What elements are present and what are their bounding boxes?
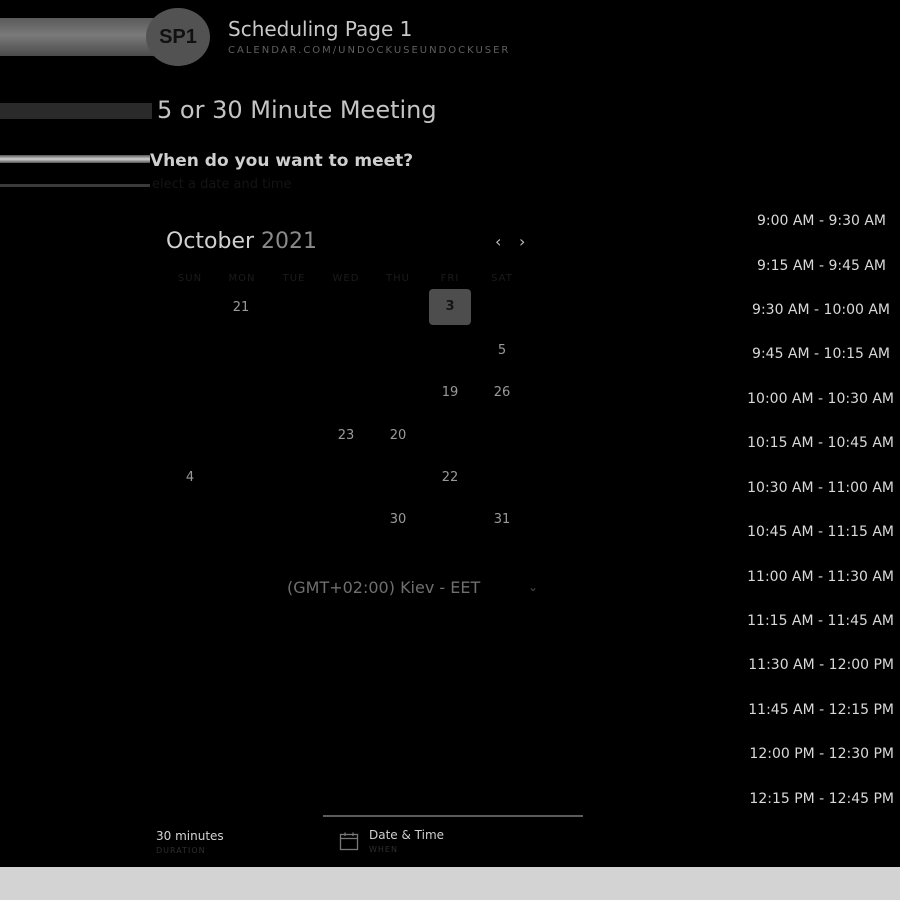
time-slot[interactable]: 9:45 AM - 10:15 AM	[738, 346, 890, 362]
meeting-subquestion: elect a date and time	[152, 177, 292, 192]
calendar-day[interactable]: 19	[435, 385, 465, 400]
timezone-select[interactable]: (GMT+02:00) Kiev - EET	[287, 578, 480, 597]
chevron-down-icon[interactable]: ⌄	[528, 580, 538, 594]
weekday-thu: THU	[386, 273, 410, 284]
footer-divider	[323, 815, 583, 817]
calendar-year: 2021	[261, 229, 318, 254]
time-slot[interactable]: 10:00 AM - 10:30 AM	[742, 391, 894, 407]
avatar-initials: SP1	[159, 25, 197, 48]
time-slot[interactable]: 9:15 AM - 9:45 AM	[734, 258, 886, 274]
calendar-day[interactable]: 30	[383, 512, 413, 527]
time-slot[interactable]: 11:00 AM - 11:30 AM	[742, 569, 894, 585]
time-slot[interactable]: 10:45 AM - 11:15 AM	[742, 524, 894, 540]
meeting-title: 5 or 30 Minute Meeting	[157, 96, 437, 124]
footer-date-time-label: WHEN	[369, 845, 398, 854]
weekday-fri: FRI	[440, 273, 460, 284]
weekday-sun: SUN	[177, 273, 203, 284]
time-slot[interactable]: 12:15 PM - 12:45 PM	[742, 791, 894, 807]
calendar-day[interactable]: 22	[435, 470, 465, 485]
footer-date-time[interactable]: Date & Time	[369, 828, 444, 842]
calendar-day-selected[interactable]: 3	[429, 289, 471, 325]
avatar: SP1	[146, 8, 210, 66]
time-slot[interactable]: 11:30 AM - 12:00 PM	[742, 657, 894, 673]
page-url[interactable]: CALENDAR.COM/UNDOCKUSEUNDOCKUSER	[228, 45, 510, 56]
calendar-icon	[339, 832, 359, 851]
time-slot[interactable]: 11:15 AM - 11:45 AM	[742, 613, 894, 629]
time-slot[interactable]: 9:00 AM - 9:30 AM	[734, 213, 886, 229]
chevron-right-icon[interactable]: ›	[519, 232, 525, 251]
calendar-day[interactable]: 20	[383, 428, 413, 443]
calendar-day[interactable]: 5	[487, 343, 517, 358]
time-slot[interactable]: 11:45 AM - 12:15 PM	[742, 702, 894, 718]
weekday-tue: TUE	[282, 273, 306, 284]
overlay-bar-1	[0, 18, 170, 56]
calendar-weekdays: SUN MON TUE WED THU FRI SAT	[164, 273, 528, 284]
time-slot[interactable]: 12:00 PM - 12:30 PM	[742, 746, 894, 762]
weekday-wed: WED	[332, 273, 360, 284]
footer-duration: 30 minutes	[156, 829, 224, 843]
time-slot[interactable]: 10:15 AM - 10:45 AM	[742, 435, 894, 451]
page-title: Scheduling Page 1	[228, 17, 413, 41]
calendar-day[interactable]: 21	[226, 300, 256, 315]
meeting-question: Vhen do you want to meet?	[150, 151, 414, 171]
calendar-month: October	[166, 229, 255, 254]
bottom-bar	[0, 867, 900, 900]
weekday-sat: SAT	[491, 273, 513, 284]
footer-duration-label: DURATION	[156, 846, 206, 855]
overlay-bar-4	[0, 184, 150, 187]
chevron-left-icon[interactable]: ‹	[495, 232, 501, 251]
weekday-mon: MON	[228, 273, 256, 284]
overlay-bar-2	[0, 103, 152, 119]
time-slot[interactable]: 9:30 AM - 10:00 AM	[738, 302, 890, 318]
overlay-bar-3	[0, 155, 150, 163]
calendar-day[interactable]: 31	[487, 512, 517, 527]
scheduling-app: SP1 Scheduling Page 1 CALENDAR.COM/UNDOC…	[0, 0, 900, 867]
calendar-day[interactable]: 4	[175, 470, 205, 485]
calendar-month-label: October 2021	[166, 229, 317, 254]
calendar-day[interactable]: 23	[331, 428, 361, 443]
calendar-day[interactable]: 26	[487, 385, 517, 400]
time-slot[interactable]: 10:30 AM - 11:00 AM	[742, 480, 894, 496]
